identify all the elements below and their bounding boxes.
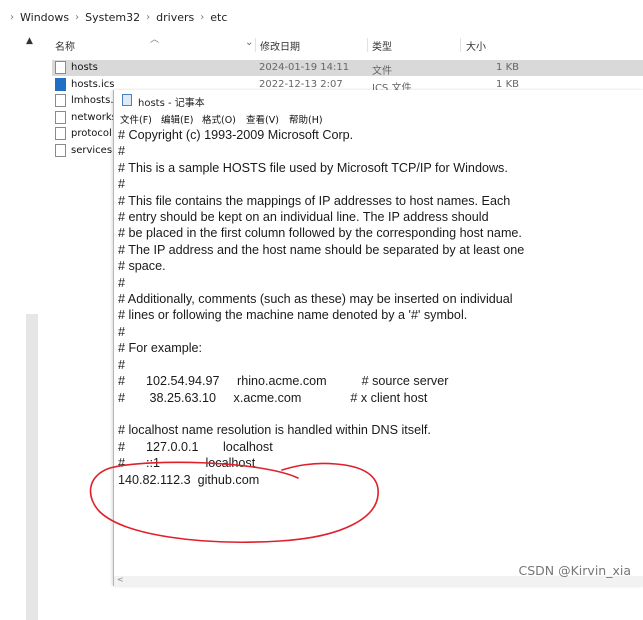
chevron-right-icon: › xyxy=(75,11,80,23)
file-name: services xyxy=(71,145,113,156)
file-name: networks xyxy=(71,112,117,123)
file-date: 2024-01-19 14:11 xyxy=(259,62,350,73)
notepad-title-bar[interactable]: hosts - 记事本 xyxy=(114,90,643,110)
watermark: CSDN @Kirvin_xia xyxy=(518,563,632,578)
chevron-right-icon: › xyxy=(146,11,151,23)
breadcrumb: › Windows › System32 › drivers › etc xyxy=(0,0,643,34)
column-headers: ︿ 名称 ⌄ 修改日期 类型 大小 xyxy=(50,34,643,56)
breadcrumb-item-etc[interactable]: etc xyxy=(210,11,227,24)
scroll-up-icon[interactable]: ▲ xyxy=(26,36,33,46)
navigation-pane: ▲ xyxy=(0,34,44,620)
text-editor[interactable]: # Copyright (c) 1993-2009 Microsoft Corp… xyxy=(118,127,638,577)
breadcrumb-item-drivers[interactable]: drivers xyxy=(156,11,194,24)
column-divider[interactable] xyxy=(460,38,461,52)
menu-format[interactable]: 格式(O) xyxy=(202,112,236,126)
file-icon xyxy=(55,144,66,157)
notepad-window: hosts - 记事本 文件(F) 编辑(E) 格式(O) 查看(V) 帮助(H… xyxy=(113,90,643,586)
column-divider[interactable] xyxy=(255,38,256,52)
column-header-type[interactable]: 类型 xyxy=(372,38,392,53)
file-date: 2022-12-13 2:07 xyxy=(259,79,343,90)
window-title: hosts - 记事本 xyxy=(138,98,205,109)
chevron-right-icon: › xyxy=(10,11,14,23)
menu-edit[interactable]: 编辑(E) xyxy=(161,112,193,126)
file-name: protocol xyxy=(71,128,112,139)
file-type: 文件 xyxy=(372,66,392,77)
breadcrumb-item-windows[interactable]: Windows xyxy=(20,11,69,24)
breadcrumb-item-system32[interactable]: System32 xyxy=(85,11,140,24)
chevron-right-icon: › xyxy=(200,11,205,23)
menu-help[interactable]: 帮助(H) xyxy=(289,112,323,126)
menu-view[interactable]: 查看(V) xyxy=(246,112,279,126)
menu-bar: 文件(F) 编辑(E) 格式(O) 查看(V) 帮助(H) xyxy=(114,110,643,126)
file-name: hosts xyxy=(71,62,98,73)
column-divider[interactable] xyxy=(367,38,368,52)
file-icon xyxy=(55,127,66,140)
notepad-icon xyxy=(122,94,132,106)
sort-up-icon: ︿ xyxy=(150,35,160,45)
scroll-left-icon[interactable]: < xyxy=(117,575,124,584)
column-header-date[interactable]: 修改日期 xyxy=(260,38,300,53)
menu-file[interactable]: 文件(F) xyxy=(120,112,152,126)
file-name: lmhosts.s xyxy=(71,95,119,106)
file-size: 1 KB xyxy=(496,62,519,73)
file-icon xyxy=(55,94,66,107)
file-name: hosts.ics xyxy=(71,79,115,90)
file-row-hosts[interactable]: hosts 2024-01-19 14:11 文件 1 KB xyxy=(52,60,643,77)
chevron-down-icon[interactable]: ⌄ xyxy=(245,37,253,48)
column-header-size[interactable]: 大小 xyxy=(466,38,486,53)
file-icon xyxy=(55,61,66,74)
column-header-name[interactable]: 名称 xyxy=(55,38,75,53)
file-size: 1 KB xyxy=(496,79,519,90)
file-icon xyxy=(55,111,66,124)
navigation-scrollbar[interactable] xyxy=(26,314,38,620)
ics-file-icon xyxy=(55,78,66,91)
